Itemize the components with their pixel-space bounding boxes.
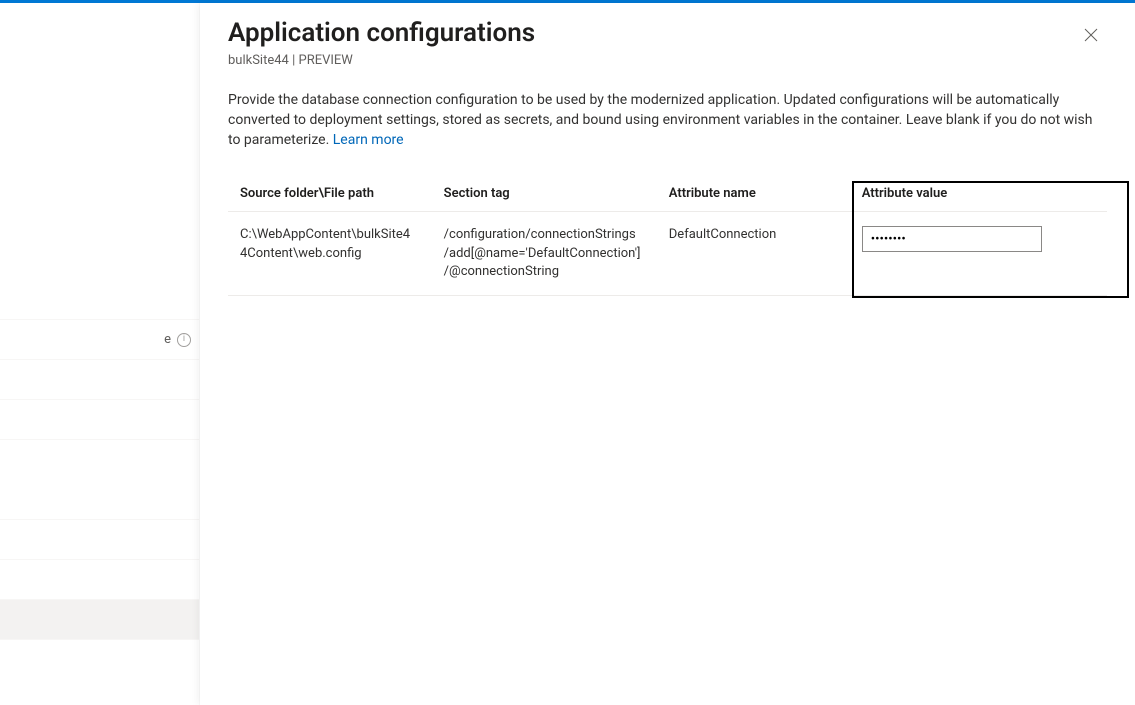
leftnav-item[interactable] — [0, 639, 199, 679]
leftnav-item[interactable] — [0, 519, 199, 559]
preview-badge: PREVIEW — [299, 53, 353, 68]
leftnav-item-label: e — [164, 332, 171, 347]
close-button[interactable] — [1075, 19, 1107, 51]
leftnav-item-selected[interactable] — [0, 599, 199, 639]
cell-source: C:\WebAppContent\bulkSite44Content\web.c… — [228, 212, 432, 296]
context-name: bulkSite44 — [228, 53, 289, 68]
close-icon — [1084, 28, 1098, 42]
context-pane: Application configurations bulkSite44 | … — [200, 3, 1135, 705]
leftnav-item[interactable] — [0, 559, 199, 599]
leftnav-item-fragment[interactable]: e i — [0, 319, 199, 359]
attribute-value-input[interactable] — [862, 226, 1042, 252]
cell-section: /configuration/connectionStrings/add[@na… — [432, 212, 657, 296]
configurations-table: Source folder\File path Section tag Attr… — [228, 176, 1107, 296]
table-row: C:\WebAppContent\bulkSite44Content\web.c… — [228, 212, 1107, 296]
col-header-attrname: Attribute name — [657, 176, 850, 212]
cell-attrval — [850, 212, 1107, 296]
table-header-row: Source folder\File path Section tag Attr… — [228, 176, 1107, 212]
learn-more-link[interactable]: Learn more — [333, 132, 404, 148]
description: Provide the database connection configur… — [228, 90, 1107, 151]
col-header-source: Source folder\File path — [228, 176, 432, 212]
page-subtitle: bulkSite44 | PREVIEW — [228, 53, 1075, 68]
page-title: Application configurations — [228, 17, 1075, 50]
left-nav: e i — [0, 3, 200, 705]
leftnav-item[interactable] — [0, 359, 199, 399]
leftnav-item[interactable] — [0, 439, 199, 479]
col-header-section: Section tag — [432, 176, 657, 212]
cell-attrname: DefaultConnection — [657, 212, 850, 296]
col-header-attrval: Attribute value — [850, 176, 1107, 212]
info-icon: i — [177, 333, 191, 347]
leftnav-item[interactable] — [0, 399, 199, 439]
